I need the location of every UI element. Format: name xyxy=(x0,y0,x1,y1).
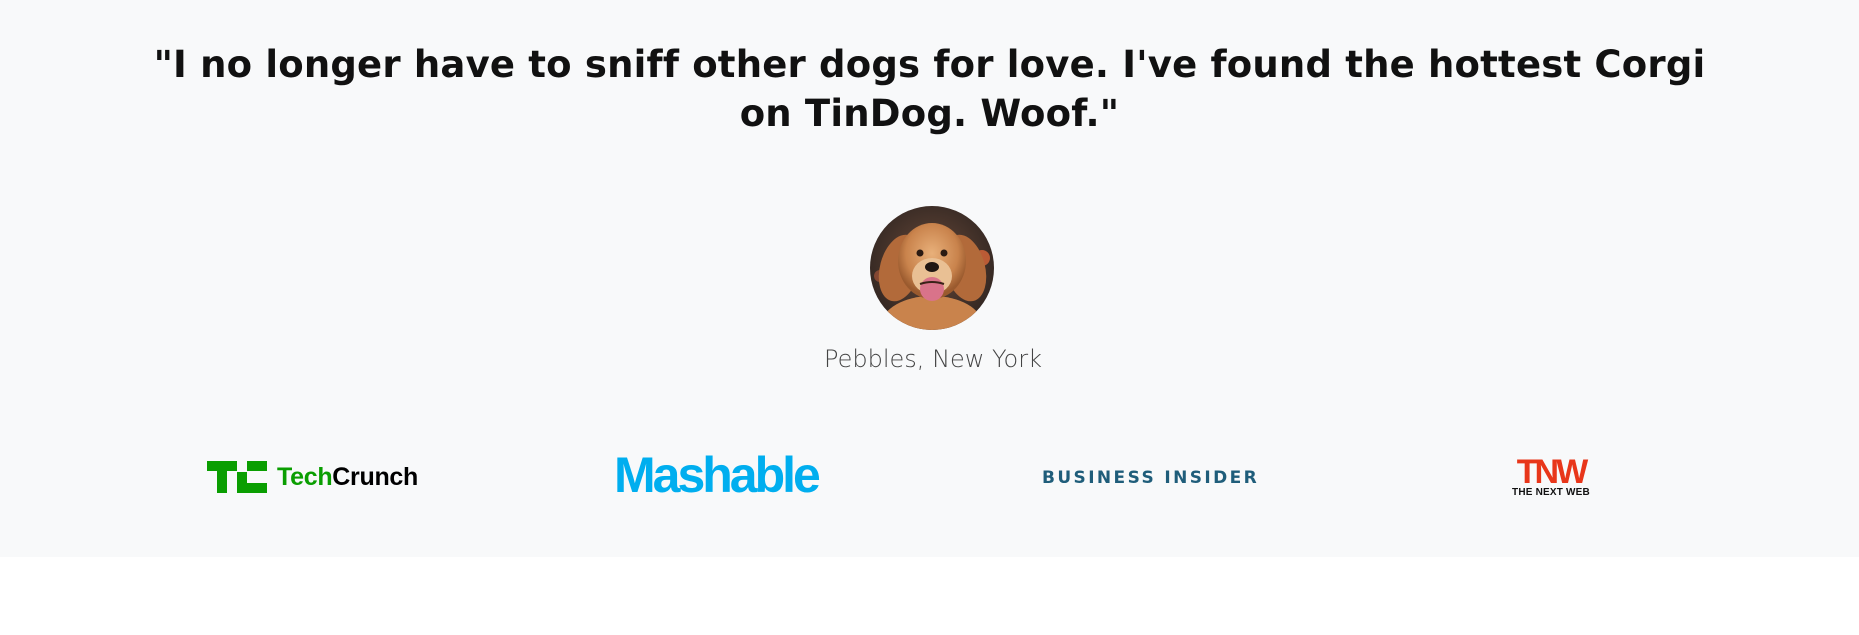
business-insider-wordmark: BUSINESS INSIDER xyxy=(1042,468,1260,488)
tnw-wordmark: TNW xyxy=(1516,453,1588,491)
techcrunch-mark-icon xyxy=(207,461,267,493)
mashable-logo: Mashable xyxy=(614,447,821,503)
tnw-subtitle: THE NEXT WEB xyxy=(1512,487,1590,498)
testimonial-section: "I no longer have to sniff other dogs fo… xyxy=(0,0,1859,557)
techcrunch-logo: TechCrunch xyxy=(207,461,418,493)
testimonial-author: Pebbles, New York xyxy=(824,345,1042,373)
dog-avatar xyxy=(870,206,994,330)
business-insider-logo: BUSINESS INSIDER xyxy=(1042,466,1259,490)
techcrunch-wordmark: TechCrunch xyxy=(277,463,418,491)
mashable-wordmark: Mashable xyxy=(614,447,821,503)
testimonial-quote: "I no longer have to sniff other dogs fo… xyxy=(153,43,1706,135)
tnw-logo: TNW THE NEXT WEB xyxy=(1506,453,1596,499)
